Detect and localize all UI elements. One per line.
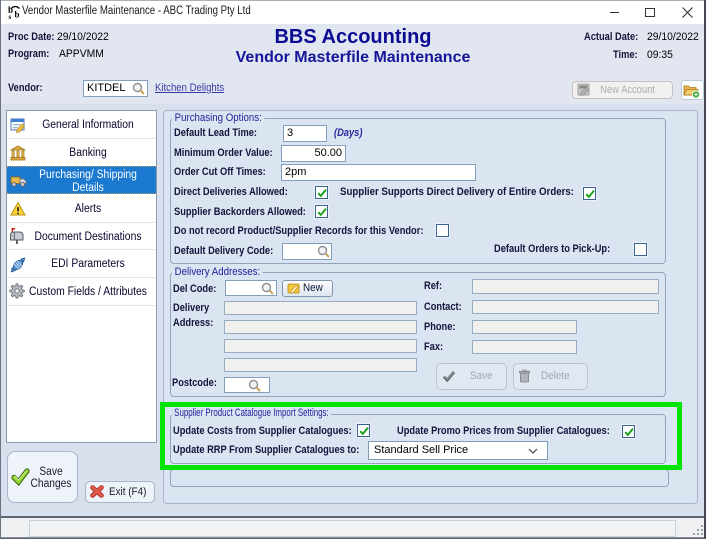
svg-text:s: s (9, 13, 12, 20)
svg-text:b: b (15, 10, 20, 20)
